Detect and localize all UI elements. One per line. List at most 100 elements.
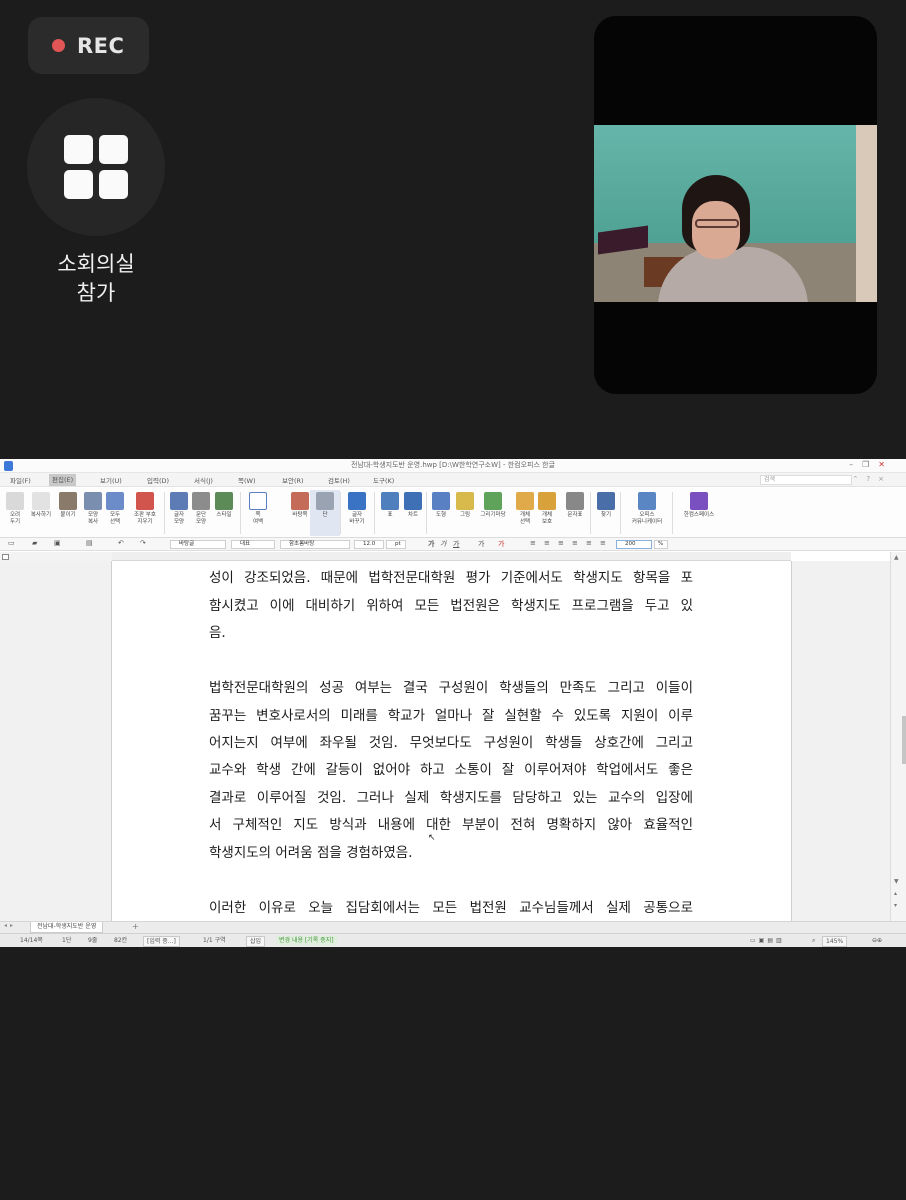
font-color-icon[interactable]: 가 bbox=[478, 539, 484, 549]
scrollbar-thumb[interactable] bbox=[902, 716, 906, 764]
doc-line-7[interactable]: 어지는지 여부에 좌우될 것임. 무엇보다도 구성원이 학생들 상호간에 그리고 bbox=[209, 732, 693, 754]
undo-icon[interactable]: ↶ bbox=[118, 539, 124, 547]
paste-icon bbox=[59, 492, 77, 510]
breakout-label-line2: 참가 bbox=[76, 281, 116, 305]
find-button[interactable]: 찾기 bbox=[591, 490, 621, 536]
menu-format[interactable]: 서식(J) bbox=[194, 475, 213, 485]
menu-insert[interactable]: 입력(D) bbox=[147, 475, 169, 485]
prev-page-icon[interactable]: ▴ bbox=[894, 890, 897, 897]
participant-video-tile[interactable] bbox=[594, 16, 877, 394]
close-icon[interactable]: ✕ bbox=[878, 460, 894, 469]
zoom-percent-input[interactable]: 200 bbox=[616, 540, 652, 549]
menu-edit[interactable]: 편집(E) bbox=[49, 474, 77, 486]
redo-icon[interactable]: ↷ bbox=[140, 539, 146, 547]
select-all-button[interactable]: 모두 선택 bbox=[100, 490, 130, 536]
office-communicator-button[interactable]: 오피스 커뮤니케이터 bbox=[622, 490, 672, 536]
horizontal-ruler[interactable] bbox=[112, 552, 791, 561]
doc-line-11[interactable]: 학생지도의 어려움 점을 경험하였음. bbox=[209, 842, 693, 864]
zoom-unit[interactable]: % bbox=[654, 540, 668, 549]
align-left-icon[interactable]: ≡ bbox=[544, 539, 550, 547]
highlight-icon[interactable]: 가 bbox=[498, 539, 504, 549]
italic-icon[interactable]: 가 bbox=[440, 539, 446, 549]
status-track-changes[interactable]: 변경 내용 [기록 중지] bbox=[276, 936, 337, 945]
chart-button[interactable]: 차트 bbox=[398, 490, 428, 536]
replace-char-icon bbox=[348, 492, 366, 510]
status-column: 82칸 bbox=[114, 937, 128, 944]
doc-line-2[interactable]: 함시켰고 이에 대비하기 위하여 모든 법전원은 학생지도 프로그램을 두고 있 bbox=[209, 595, 693, 617]
status-section: 1단 bbox=[62, 937, 72, 944]
doc-line-5[interactable]: 법학전문대학원의 성공 여부는 결국 구성원이 학생들의 만족도 그리고 이들이 bbox=[209, 677, 693, 699]
status-insert-mode[interactable]: 삽입 bbox=[246, 936, 266, 947]
eraser-icon bbox=[136, 492, 154, 510]
doc-line-1[interactable]: 성이 강조되었음. 때문에 법학전문대학원 평가 기준에서도 학생지도 항목을 … bbox=[209, 567, 693, 589]
object-protect-button[interactable]: 개체 보호 bbox=[532, 490, 562, 536]
help-search-input[interactable]: 검색 bbox=[760, 475, 852, 485]
binoculars-icon bbox=[597, 492, 615, 510]
minimize-icon[interactable]: – bbox=[849, 460, 862, 469]
doc-line-6[interactable]: 꿈꾸는 변호사로서의 미래를 학교가 얼마나 잘 실현할 수 있도록 지원이 이… bbox=[209, 705, 693, 727]
align-right-icon[interactable]: ≡ bbox=[572, 539, 578, 547]
line-spacing-icon[interactable]: ≡ bbox=[600, 539, 606, 547]
bold-icon[interactable]: 가 bbox=[428, 539, 434, 549]
style-icon bbox=[215, 492, 233, 510]
status-page: 14/14쪽 bbox=[20, 937, 43, 944]
underline-icon[interactable]: 가 bbox=[453, 539, 459, 549]
doc-line-9[interactable]: 결과로 이루어질 것임. 그러나 실제 학생지도를 담당하고 있는 교수의 입장… bbox=[209, 787, 693, 809]
clipart-button[interactable]: 그리기마당 bbox=[474, 490, 512, 536]
align-distribute-icon[interactable]: ≡ bbox=[586, 539, 592, 547]
maximize-icon[interactable]: ❐ bbox=[862, 460, 878, 469]
menu-page[interactable]: 쪽(W) bbox=[238, 475, 255, 485]
zoom-controls-icon[interactable]: ⊖⊕ bbox=[872, 936, 882, 945]
window-controls[interactable]: –❐✕ bbox=[849, 460, 894, 469]
hancom-space-button[interactable]: 한컴스페이스 bbox=[676, 490, 722, 536]
select-all-icon bbox=[106, 492, 124, 510]
style-select[interactable]: 바탕글 bbox=[170, 540, 226, 549]
view-mode-icons[interactable]: ▭▣▤▥ bbox=[750, 936, 785, 945]
symbol-icon bbox=[566, 492, 584, 510]
doc-line-13[interactable]: 이러한 이유로 오늘 집담회에서는 모든 법전원 교수님들께서 실제 공통으로 bbox=[209, 897, 693, 919]
add-tab-icon[interactable]: + bbox=[132, 922, 139, 931]
font-size-input[interactable]: 12.0 bbox=[354, 540, 384, 549]
ribbon-controls[interactable]: ⌃?× bbox=[853, 475, 892, 483]
breakout-room-button[interactable] bbox=[27, 98, 165, 236]
doc-line-3[interactable]: 음. bbox=[209, 622, 693, 644]
font-select[interactable]: 함초롬바탕 bbox=[280, 540, 350, 549]
scroll-down-icon[interactable]: ▼ bbox=[894, 878, 899, 885]
menu-review[interactable]: 검토(H) bbox=[328, 475, 350, 485]
document-tab[interactable]: 전남대-학생지도반 운영 bbox=[30, 922, 104, 933]
vertical-scrollbar[interactable]: ▲ ▼ ▴ ▾ bbox=[890, 552, 906, 921]
breakout-room-label[interactable]: 소회의실 참가 bbox=[20, 250, 172, 308]
shape-icon bbox=[432, 492, 450, 510]
tab-nav-icons[interactable]: ◂▸ bbox=[4, 922, 16, 929]
doc-line-8[interactable]: 교수와 학생 간에 갈등이 없어야 하고 소통이 잘 이루어져야 학업에서도 좋… bbox=[209, 759, 693, 781]
align-center-icon[interactable]: ≡ bbox=[558, 539, 564, 547]
formatting-toolbar: ▭ ▰ ▣ ▤ ↶ ↷ 바탕글 대표 함초롬바탕 12.0 pt 가 가 가 가… bbox=[0, 538, 906, 551]
zoom-search-icon[interactable]: ⌕ bbox=[812, 936, 815, 945]
next-page-icon[interactable]: ▾ bbox=[894, 902, 897, 909]
font-unit-select[interactable]: pt bbox=[386, 540, 406, 549]
menu-file[interactable]: 파일(F) bbox=[10, 475, 31, 485]
clear-format-button[interactable]: 조판 부호 지우기 bbox=[128, 490, 162, 536]
doc-line-10[interactable]: 서 구체적인 지도 방식과 내용에 대한 부분이 전혀 명확하지 않아 효율적인 bbox=[209, 814, 693, 836]
status-zoom[interactable]: 145% bbox=[822, 936, 848, 947]
page-margin-button[interactable]: 쪽 여백 bbox=[243, 490, 273, 536]
symbol-button[interactable]: 문자표 bbox=[560, 490, 590, 536]
language-select[interactable]: 대표 bbox=[231, 540, 275, 549]
menu-tools[interactable]: 도구(K) bbox=[373, 475, 394, 485]
ruler-toggle-icon[interactable] bbox=[2, 554, 9, 560]
replace-char-button[interactable]: 글자 바꾸기 bbox=[342, 490, 372, 536]
new-doc-icon[interactable]: ▭ bbox=[8, 539, 15, 547]
menu-view[interactable]: 보기(U) bbox=[100, 475, 122, 485]
menu-security[interactable]: 보안(R) bbox=[282, 475, 304, 485]
columns-button[interactable]: 단 bbox=[310, 490, 340, 536]
print-icon[interactable]: ▤ bbox=[86, 539, 93, 547]
mouse-cursor-icon: ↖ bbox=[428, 833, 436, 843]
copy-button[interactable]: 복사하기 bbox=[26, 490, 56, 536]
style-button[interactable]: 스타일 bbox=[209, 490, 239, 536]
save-icon[interactable]: ▣ bbox=[54, 539, 61, 547]
columns-icon bbox=[316, 492, 334, 510]
align-justify-icon[interactable]: ≡ bbox=[530, 539, 536, 547]
open-folder-icon[interactable]: ▰ bbox=[32, 539, 37, 547]
scroll-up-icon[interactable]: ▲ bbox=[894, 554, 899, 561]
chart-icon bbox=[404, 492, 422, 510]
